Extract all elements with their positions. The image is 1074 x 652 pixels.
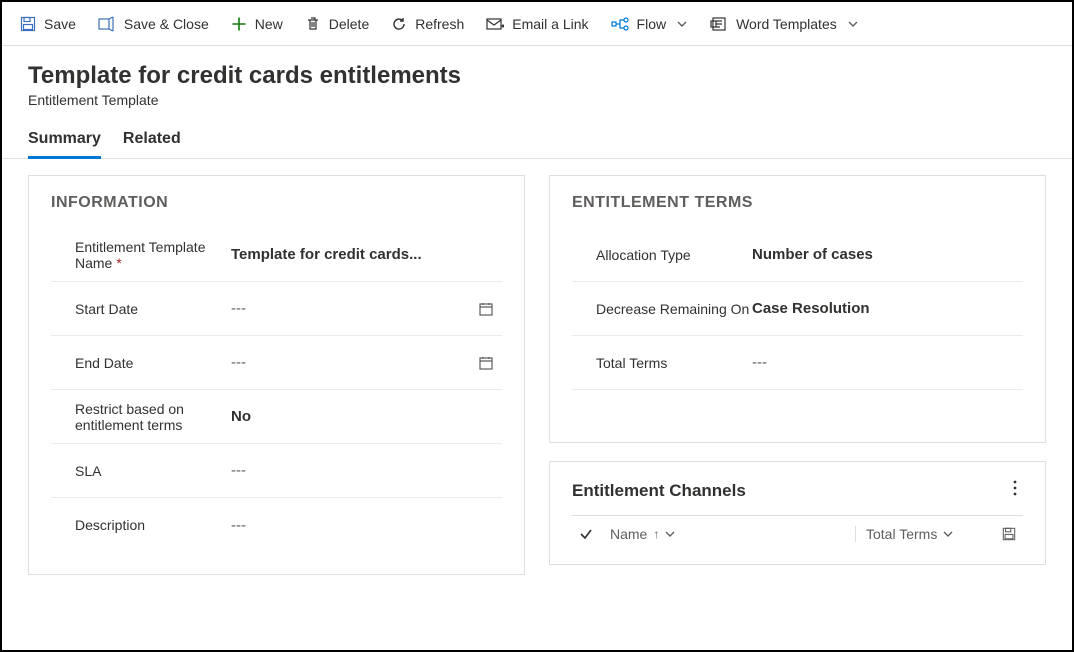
email-link-label: Email a Link xyxy=(512,16,588,32)
word-templates-icon xyxy=(710,16,728,32)
save-button[interactable]: Save xyxy=(20,16,76,32)
value-allocation-type[interactable]: Number of cases xyxy=(752,246,1023,263)
save-close-button[interactable]: Save & Close xyxy=(98,16,209,32)
chevron-down-icon xyxy=(665,529,675,539)
kebab-icon xyxy=(1013,480,1017,496)
save-label: Save xyxy=(44,16,76,32)
refresh-label: Refresh xyxy=(415,16,464,32)
field-start-date[interactable]: Start Date --- xyxy=(51,282,502,336)
field-total-terms[interactable]: Total Terms --- xyxy=(572,336,1023,390)
main-content: INFORMATION Entitlement Template Name* T… xyxy=(2,159,1072,609)
column-header-name[interactable]: Name ↑ xyxy=(610,526,845,542)
command-bar: Save Save & Close New Delete Refresh Ema… xyxy=(2,2,1072,46)
value-restrict[interactable]: No xyxy=(231,408,502,425)
save-icon xyxy=(20,16,36,32)
refresh-button[interactable]: Refresh xyxy=(391,16,464,32)
new-button[interactable]: New xyxy=(231,16,283,32)
label-allocation-type: Allocation Type xyxy=(572,247,752,263)
col-terms: ENTITLEMENT TERMS Allocation Type Number… xyxy=(549,175,1046,593)
refresh-icon xyxy=(391,16,407,32)
chevron-down-icon xyxy=(943,529,953,539)
label-total-terms: Total Terms xyxy=(572,355,752,371)
calendar-icon[interactable] xyxy=(476,353,496,373)
column-header-total-terms[interactable]: Total Terms xyxy=(855,526,985,542)
delete-button[interactable]: Delete xyxy=(305,16,369,32)
value-decrease-remaining[interactable]: Case Resolution xyxy=(752,300,1023,317)
delete-label: Delete xyxy=(329,16,369,32)
label-sla: SLA xyxy=(51,463,231,479)
field-entitlement-template-name[interactable]: Entitlement Template Name* Template for … xyxy=(51,228,502,282)
section-entitlement-terms: ENTITLEMENT TERMS Allocation Type Number… xyxy=(549,175,1046,443)
field-restrict[interactable]: Restrict based on entitlement terms No xyxy=(51,390,502,444)
record-header: Template for credit cards entitlements E… xyxy=(2,46,1072,108)
field-allocation-type[interactable]: Allocation Type Number of cases xyxy=(572,228,1023,282)
label-decrease-remaining: Decrease Remaining On xyxy=(572,301,752,317)
label-restrict: Restrict based on entitlement terms xyxy=(51,401,231,433)
page-title: Template for credit cards entitlements xyxy=(28,62,1046,90)
save-close-icon xyxy=(98,16,116,32)
value-sla[interactable]: --- xyxy=(231,462,502,479)
spacer-row xyxy=(572,390,1023,420)
field-decrease-remaining[interactable]: Decrease Remaining On Case Resolution xyxy=(572,282,1023,336)
value-entitlement-template-name[interactable]: Template for credit cards... xyxy=(231,246,502,263)
save-icon xyxy=(1002,527,1016,541)
sort-asc-icon: ↑ xyxy=(653,527,659,541)
chevron-down-icon xyxy=(847,18,859,30)
check-icon xyxy=(579,527,593,541)
new-label: New xyxy=(255,16,283,32)
grid-header: Name ↑ Total Terms xyxy=(572,515,1023,542)
value-total-terms[interactable]: --- xyxy=(752,354,1023,371)
trash-icon xyxy=(305,16,321,32)
flow-button[interactable]: Flow xyxy=(611,16,689,32)
label-description: Description xyxy=(51,517,231,533)
select-all-checkbox[interactable] xyxy=(572,527,600,541)
page-subtitle: Entitlement Template xyxy=(28,92,1046,108)
grid-save-button[interactable] xyxy=(995,527,1023,541)
flow-label: Flow xyxy=(637,16,667,32)
value-end-date[interactable]: --- xyxy=(231,353,502,373)
value-description[interactable]: --- xyxy=(231,517,502,534)
label-entitlement-template-name: Entitlement Template Name* xyxy=(51,239,231,271)
word-templates-label: Word Templates xyxy=(736,16,837,32)
section-information: INFORMATION Entitlement Template Name* T… xyxy=(28,175,525,575)
tabs: Summary Related xyxy=(2,122,1072,159)
tab-summary[interactable]: Summary xyxy=(28,122,101,159)
field-description[interactable]: Description --- xyxy=(51,498,502,552)
section-title-channels: Entitlement Channels xyxy=(572,480,1023,501)
email-link-button[interactable]: Email a Link xyxy=(486,16,588,32)
label-end-date: End Date xyxy=(51,355,231,371)
chevron-down-icon xyxy=(676,18,688,30)
tab-related[interactable]: Related xyxy=(123,122,181,159)
section-title-terms: ENTITLEMENT TERMS xyxy=(572,194,1023,212)
section-title-information: INFORMATION xyxy=(51,194,502,212)
value-start-date[interactable]: --- xyxy=(231,299,502,319)
plus-icon xyxy=(231,16,247,32)
label-start-date: Start Date xyxy=(51,301,231,317)
required-indicator: * xyxy=(116,255,121,271)
section-entitlement-channels: Entitlement Channels Name ↑ Total Terms xyxy=(549,461,1046,565)
col-information: INFORMATION Entitlement Template Name* T… xyxy=(28,175,525,593)
field-end-date[interactable]: End Date --- xyxy=(51,336,502,390)
save-close-label: Save & Close xyxy=(124,16,209,32)
more-commands-button[interactable] xyxy=(1007,480,1023,501)
field-sla[interactable]: SLA --- xyxy=(51,444,502,498)
flow-icon xyxy=(611,17,629,31)
word-templates-button[interactable]: Word Templates xyxy=(710,16,859,32)
calendar-icon[interactable] xyxy=(476,299,496,319)
email-icon xyxy=(486,17,504,31)
